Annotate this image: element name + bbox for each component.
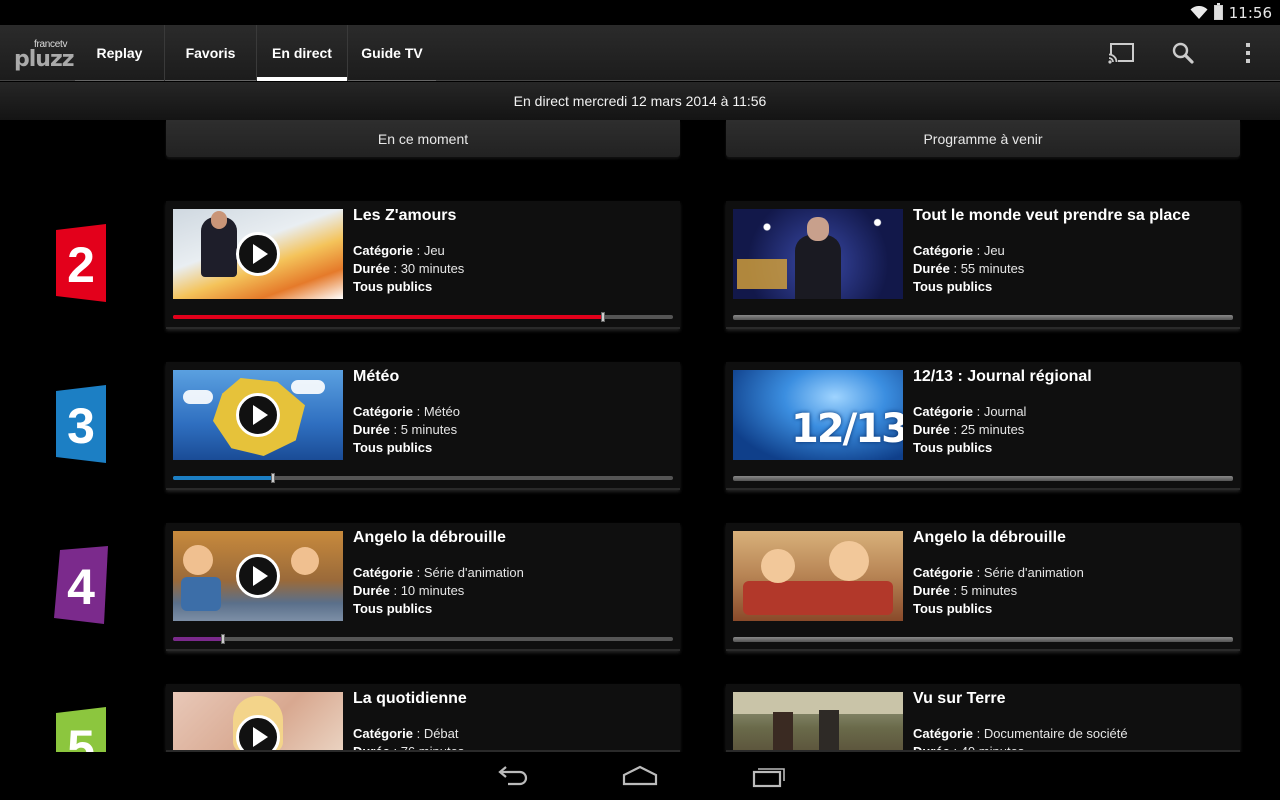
program-duration: Durée : 55 minutes [913,261,1025,276]
program-thumbnail[interactable] [173,209,343,299]
tab-bar: Replay Favoris En direct Guide TV [75,25,436,81]
program-thumbnail[interactable] [733,531,903,621]
program-rating: Tous publics [913,601,993,616]
play-icon[interactable] [236,393,280,437]
program-category: Catégorie : Série d'animation [353,565,524,580]
program-duration: Durée : 25 minutes [913,422,1025,437]
status-bar: 11:56 [0,0,1280,25]
program-title: La quotidienne [353,690,467,707]
logo-pluzz: pluzz [14,47,75,72]
progress-knob [601,312,605,322]
program-duration: Durée : 5 minutes [913,583,1018,598]
program-category: Catégorie : Série d'animation [913,565,1084,580]
program-duration: Durée : 40 minutes [913,744,1025,752]
home-icon[interactable] [622,764,658,788]
program-thumbnail[interactable] [733,692,903,750]
program-duration: Durée : 10 minutes [353,583,465,598]
france3-logo: 3 [56,385,106,463]
overflow-menu-icon[interactable] [1234,39,1262,67]
program-progress-bar [173,312,673,322]
france4-number: 4 [67,559,95,615]
tab-en-direct[interactable]: En direct [257,25,348,81]
column-now-header: En ce moment [166,120,680,157]
progress-fill [173,476,273,480]
cast-icon[interactable] [1108,39,1136,67]
program-progress-bar [173,634,673,644]
battery-icon [1213,3,1223,20]
program-thumbnail[interactable] [173,370,343,460]
france2-number: 2 [67,237,95,293]
column-next-header: Programme à venir [726,120,1240,157]
play-icon[interactable] [236,715,280,750]
program-thumbnail[interactable]: 12/13 [733,370,903,460]
program-thumbnail[interactable] [173,531,343,621]
program-progress-bar [733,476,1233,481]
france3-number: 3 [67,398,95,454]
program-card-now-france5[interactable]: La quotidienne Catégorie : Débat Durée :… [166,684,680,752]
program-category: Catégorie : Météo [353,404,460,419]
progress-fill [173,315,603,319]
program-progress-bar [733,315,1233,320]
program-rating: Tous publics [913,440,993,455]
progress-fill [173,637,223,641]
france2-logo: 2 [56,224,106,302]
tab-guide-tv[interactable]: Guide TV [348,25,436,81]
program-category: Catégorie : Jeu [913,243,1005,258]
action-bar: francetv pluzz Replay Favoris En direct … [0,25,1280,81]
program-category: Catégorie : Jeu [353,243,445,258]
program-category: Catégorie : Débat [353,726,459,741]
program-rating: Tous publics [913,279,993,294]
recent-apps-icon[interactable] [751,764,787,788]
program-title: Angelo la débrouille [913,529,1066,546]
program-duration: Durée : 5 minutes [353,422,458,437]
progress-knob [221,634,225,644]
live-date-header: En direct mercredi 12 mars 2014 à 11:56 [0,82,1280,120]
france4-logo: 4 [54,546,108,624]
program-progress-bar [173,473,673,483]
app-logo[interactable]: francetv pluzz [12,35,75,72]
status-time: 11:56 [1228,3,1272,22]
program-card-now-france3[interactable]: Météo Catégorie : Météo Durée : 5 minute… [166,362,680,490]
program-card-next-france3[interactable]: 12/13 12/13 : Journal régional Catégorie… [726,362,1240,490]
program-duration: Durée : 76 minutes [353,744,465,752]
search-icon[interactable] [1169,39,1197,67]
program-card-next-france5[interactable]: Vu sur Terre Catégorie : Documentaire de… [726,684,1240,752]
program-title: Météo [353,368,400,385]
program-duration: Durée : 30 minutes [353,261,465,276]
program-card-next-france2[interactable]: Tout le monde veut prendre sa place Caté… [726,201,1240,329]
program-card-next-france4[interactable]: Angelo la débrouille Catégorie : Série d… [726,523,1240,651]
back-icon[interactable] [494,764,530,788]
wifi-icon [1190,5,1208,19]
program-title: Vu sur Terre [913,690,1006,707]
program-thumbnail[interactable] [733,209,903,299]
program-category: Catégorie : Documentaire de société [913,726,1128,741]
play-icon[interactable] [236,554,280,598]
program-title: Les Z'amours [353,207,457,224]
play-icon[interactable] [236,232,280,276]
thumbnail-text: 12/13 [791,406,903,452]
program-title: 12/13 : Journal régional [913,368,1092,385]
program-title: Angelo la débrouille [353,529,506,546]
program-rating: Tous publics [353,601,433,616]
program-title: Tout le monde veut prendre sa place [913,207,1191,224]
program-progress-bar [733,637,1233,642]
program-card-now-france4[interactable]: Angelo la débrouille Catégorie : Série d… [166,523,680,651]
tab-favoris[interactable]: Favoris [165,25,257,81]
program-category: Catégorie : Journal [913,404,1027,419]
program-rating: Tous publics [353,440,433,455]
program-thumbnail[interactable] [173,692,343,750]
tab-replay[interactable]: Replay [75,25,165,81]
system-nav-bar [0,752,1280,800]
program-card-now-france2[interactable]: Les Z'amours Catégorie : Jeu Durée : 30 … [166,201,680,329]
progress-knob [271,473,275,483]
program-rating: Tous publics [353,279,433,294]
